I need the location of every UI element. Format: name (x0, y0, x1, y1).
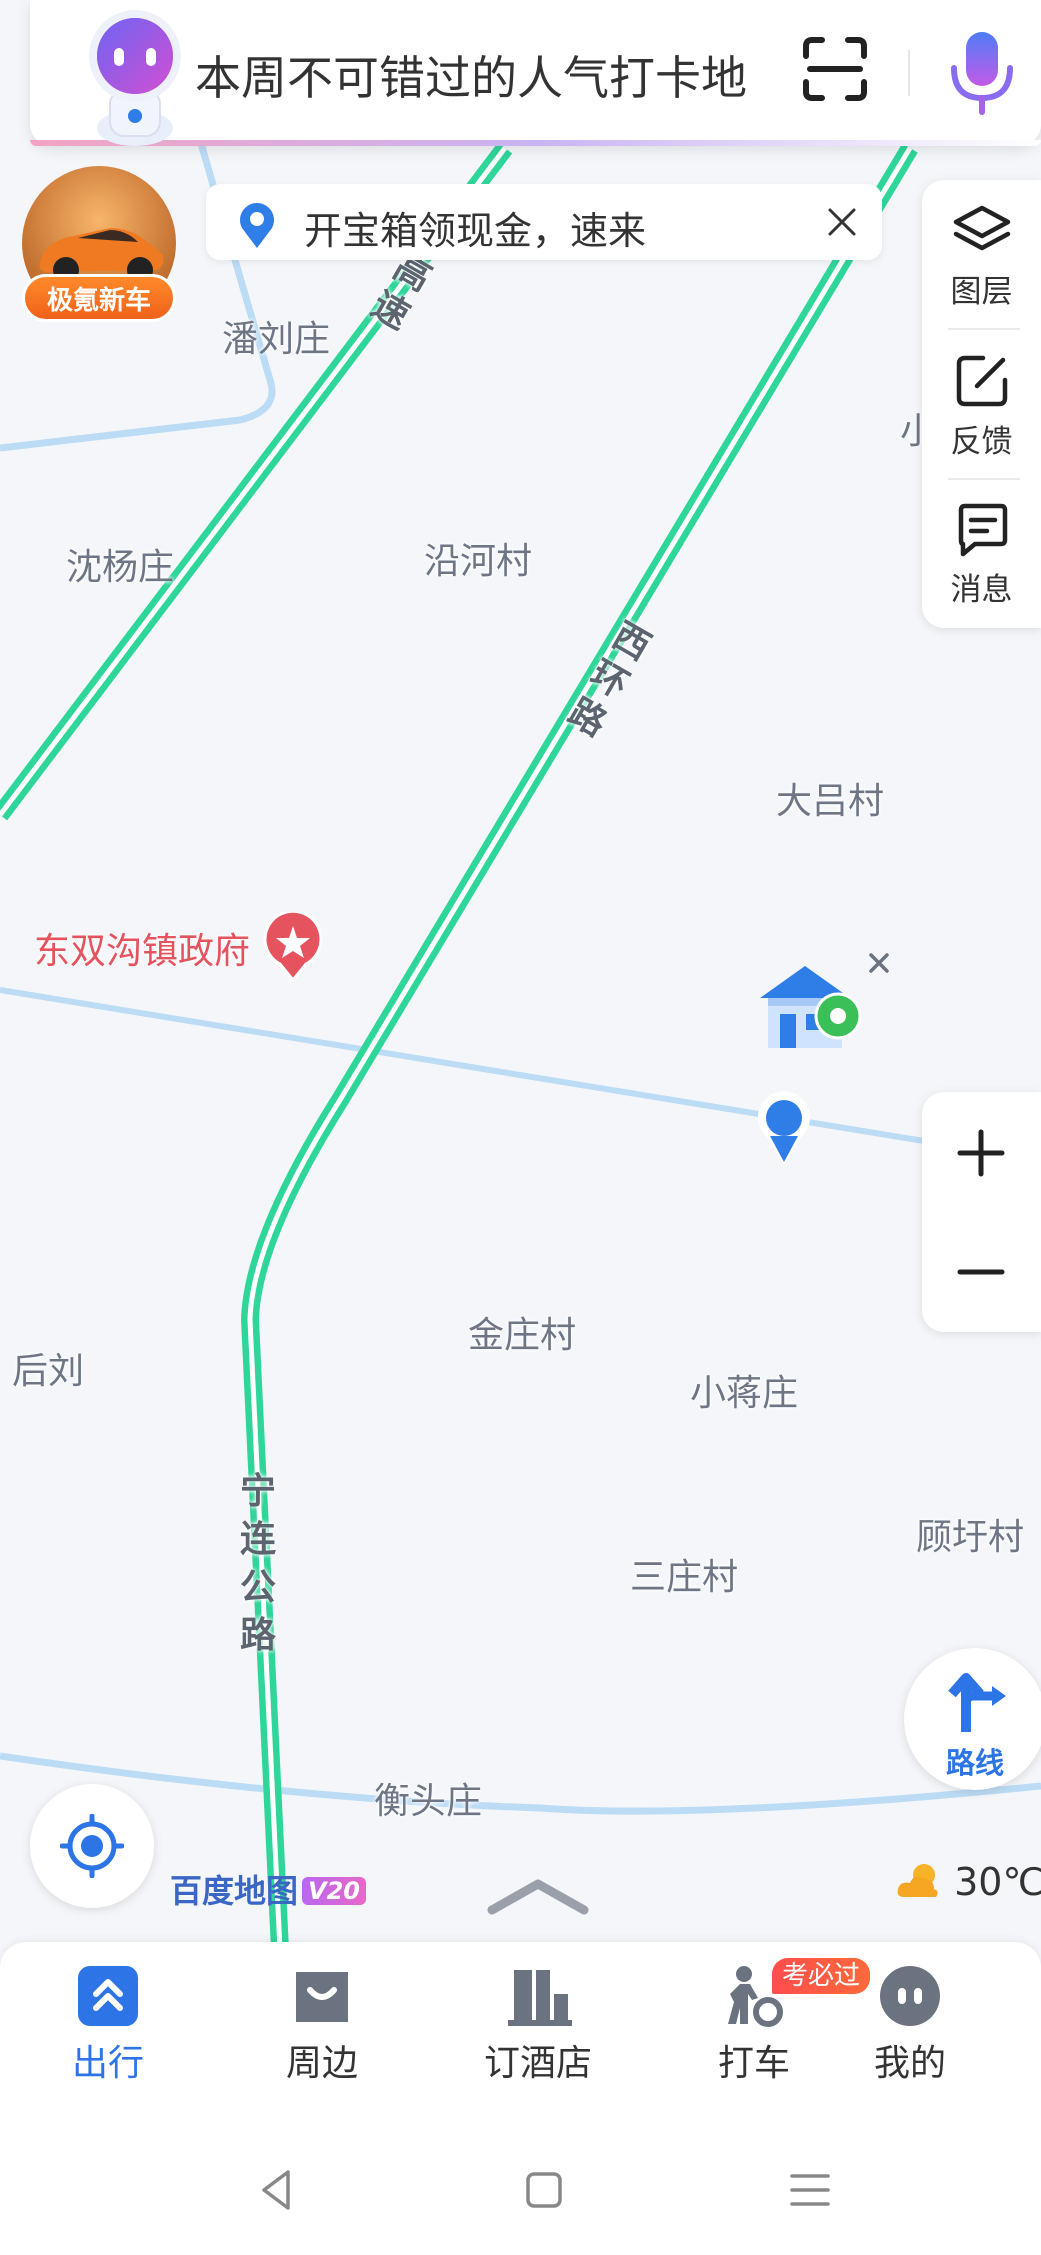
robot-mascot-icon[interactable] (70, 8, 200, 148)
nav-item-hotel[interactable]: 订酒店 (448, 1964, 628, 2094)
nav-item-mine[interactable]: 我的 (820, 1964, 1000, 2094)
search-input[interactable]: 本周不可错过的人气打卡地 (195, 42, 747, 108)
system-nav-bar (0, 2120, 1041, 2255)
close-icon[interactable] (824, 204, 860, 240)
tool-message-button[interactable]: 消息 (922, 478, 1041, 628)
home-square-icon[interactable] (514, 2160, 574, 2220)
notice-text[interactable]: 开宝箱领现金，速来 (304, 200, 646, 255)
notice-banner[interactable]: 开宝箱领现金，速来 (206, 184, 882, 260)
partly-cloudy-icon (897, 1864, 938, 1897)
current-location-pin-icon[interactable] (756, 1090, 812, 1168)
tool-label: 图层 (950, 274, 1013, 310)
chevron-up-icon[interactable] (486, 1876, 590, 1916)
nearby-bag-icon (296, 1972, 348, 2022)
river-south (0, 1752, 1041, 1815)
poi-label[interactable]: 东双沟镇政府 (34, 922, 250, 974)
baidu-map-logo: 百度地图 V20 (170, 1866, 366, 1912)
hotel-building-icon (508, 1970, 572, 2026)
route-arrow-icon (948, 1673, 1006, 1732)
place-label[interactable]: 沿河村 (424, 532, 532, 584)
tool-feedback-button[interactable]: 反馈 (922, 330, 1041, 480)
tool-label: 反馈 (950, 424, 1013, 460)
microphone-icon[interactable] (942, 28, 1022, 118)
nav-label: 周边 (285, 2043, 358, 2084)
message-icon (958, 503, 1007, 557)
nav-label: 订酒店 (483, 2043, 592, 2084)
tool-label: 消息 (950, 572, 1013, 608)
temperature: 30℃ (954, 1860, 1041, 1904)
layers-icon (953, 205, 1010, 251)
location-pin-icon (240, 203, 274, 248)
search-bar[interactable]: 本周不可错过的人气打卡地 (30, 0, 1041, 146)
place-label[interactable]: 顾圩村 (916, 1508, 1024, 1560)
nav-item-taxi[interactable]: 考必过 打车 (664, 1958, 871, 2094)
profile-avatar-icon (880, 1966, 940, 2026)
nav-label: 出行 (71, 2043, 144, 2084)
weather-widget[interactable]: 30℃ (896, 1860, 1041, 1904)
place-label[interactable]: 沈杨庄 (66, 538, 174, 590)
route-label: 路线 (945, 1746, 1004, 1780)
back-triangle-icon[interactable] (248, 2160, 308, 2220)
feedback-edit-icon (956, 355, 1007, 407)
logo-version: V20 (302, 1877, 366, 1905)
nav-item-nearby[interactable]: 周边 (232, 1964, 412, 2094)
nav-item-travel[interactable]: 出行 (18, 1964, 198, 2094)
car-promo-label: 极氪新车 (22, 274, 176, 322)
menu-lines-icon[interactable] (780, 2160, 840, 2220)
nav-label: 我的 (873, 2043, 946, 2084)
search-divider (908, 50, 910, 96)
home-settings-icon[interactable] (750, 958, 870, 1058)
scan-icon[interactable] (800, 34, 870, 104)
locate-me-button[interactable] (30, 1784, 154, 1908)
place-label[interactable]: 三庄村 (630, 1548, 738, 1600)
zoom-control (922, 1092, 1041, 1332)
place-label[interactable]: 衡头庄 (374, 1772, 482, 1824)
place-label[interactable]: 小蒋庄 (690, 1364, 798, 1416)
place-label[interactable]: 大吕村 (776, 772, 884, 824)
zoom-in-button[interactable] (922, 1092, 1041, 1212)
place-label[interactable]: 金庄村 (468, 1306, 576, 1358)
zoom-out-button[interactable] (922, 1212, 1041, 1332)
logo-text: 百度地图 (170, 1872, 299, 1910)
place-label[interactable]: 潘刘庄 (222, 310, 330, 362)
place-label[interactable]: 后刘 (12, 1342, 84, 1394)
road-label-ninglian: 宁连公路 (240, 1471, 277, 1656)
bottom-nav: 出行 周边 订酒店 考必过 打车 我的 (0, 1942, 1041, 2120)
route-button[interactable]: 路线 (904, 1648, 1041, 1790)
close-icon[interactable] (866, 950, 892, 976)
car-promo-badge[interactable]: 极氪新车 (22, 166, 176, 324)
travel-icon (78, 1966, 138, 2026)
poi-marker-icon[interactable] (262, 912, 324, 982)
tool-layers-button[interactable]: 图层 (922, 180, 1041, 330)
nav-label: 打车 (717, 2043, 790, 2084)
map-tool-panel: 图层 反馈 消息 (922, 180, 1041, 628)
locate-crosshair-icon (60, 1814, 124, 1878)
